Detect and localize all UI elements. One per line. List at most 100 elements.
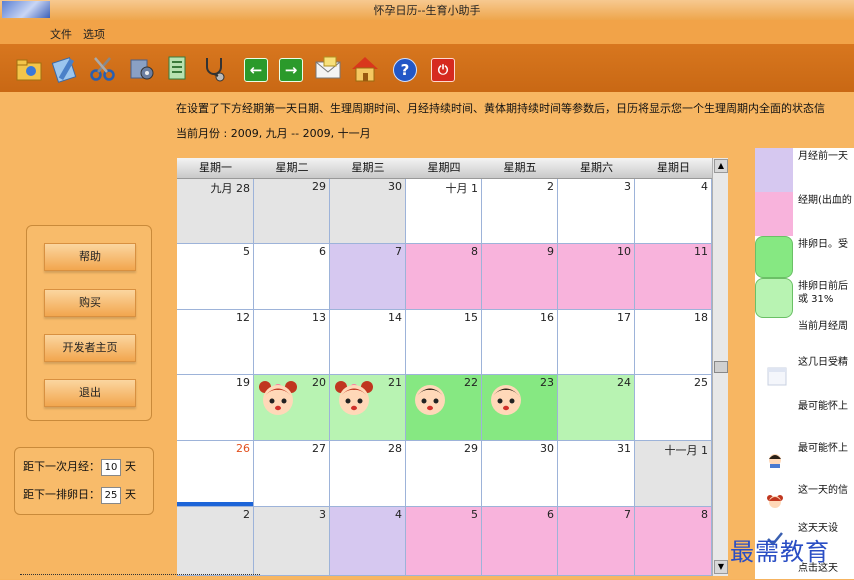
day-number: 26 — [236, 442, 250, 455]
calendar-day-cell[interactable]: 17 — [558, 310, 635, 375]
document-icon[interactable] — [163, 54, 193, 84]
day-number: 6 — [547, 508, 554, 521]
day-number: 17 — [617, 311, 631, 324]
buy-button[interactable]: 购买 — [44, 289, 136, 317]
calendar-day-cell[interactable]: 19 — [177, 375, 254, 441]
day-number: 9 — [547, 245, 554, 258]
legend-item: 排卵日。受 — [755, 236, 854, 278]
scroll-down-icon[interactable]: ▼ — [714, 560, 728, 574]
help-icon[interactable]: ? — [393, 58, 417, 82]
side-button-panel: 帮助 购买 开发者主页 退出 — [26, 225, 152, 421]
calendar-day-cell[interactable]: 26 — [177, 441, 254, 507]
exit-button[interactable]: 退出 — [44, 379, 136, 407]
calendar-day-cell[interactable]: 8 — [406, 244, 482, 310]
arrow-left-icon[interactable]: ← — [244, 58, 268, 82]
power-icon[interactable]: ⏻ — [431, 58, 455, 82]
calendar-day-cell[interactable]: 4 — [330, 507, 406, 576]
open-folder-icon[interactable] — [14, 54, 44, 84]
menu-file[interactable]: 文件 — [50, 26, 72, 42]
day-number: 15 — [464, 311, 478, 324]
calendar-day-cell[interactable]: 十月 1 — [406, 179, 482, 244]
calendar-day-cell[interactable]: 9 — [482, 244, 558, 310]
next-period-unit: 天 — [125, 460, 136, 473]
calendar-day-cell[interactable]: 8 — [635, 507, 712, 576]
weekday-header-cell: 星期四 — [427, 161, 461, 174]
day-number: 22 — [464, 376, 478, 389]
calendar-day-cell[interactable]: 2 — [177, 507, 254, 576]
calendar-day-cell[interactable]: 7 — [558, 507, 635, 576]
calendar-day-cell[interactable]: 27 — [254, 441, 330, 507]
legend-text: 最可能怀上 — [798, 401, 848, 412]
calendar-scrollbar[interactable]: ▲ ▼ — [712, 158, 728, 576]
calendar-day-cell[interactable]: 5 — [406, 507, 482, 576]
calendar-day-cell[interactable]: 18 — [635, 310, 712, 375]
calendar-day-cell[interactable]: 九月 28 — [177, 179, 254, 244]
current-month-text: 当前月份 : 2009, 九月 -- 2009, 十一月 — [176, 127, 371, 140]
day-number: 19 — [236, 376, 250, 389]
calendar-day-cell[interactable]: 3 — [558, 179, 635, 244]
legend-item: 这一天的信 — [755, 482, 854, 520]
day-number: 12 — [236, 311, 250, 324]
calendar-icon — [765, 364, 787, 386]
scroll-thumb[interactable] — [714, 361, 728, 373]
calendar-day-cell[interactable]: 28 — [330, 441, 406, 507]
day-number: 11 — [694, 245, 708, 258]
day-number: 九月 28 — [210, 182, 251, 195]
day-number: 18 — [694, 311, 708, 324]
day-number: 6 — [319, 245, 326, 258]
scissors-icon[interactable] — [88, 54, 118, 84]
home-icon[interactable] — [350, 54, 380, 84]
calendar-day-cell[interactable]: 4 — [635, 179, 712, 244]
calendar-day-cell[interactable]: 21 — [330, 375, 406, 441]
legend-swatch — [755, 148, 793, 192]
calendar-day-cell[interactable]: 5 — [177, 244, 254, 310]
calendar-day-cell[interactable]: 6 — [482, 507, 558, 576]
developer-homepage-button[interactable]: 开发者主页 — [44, 334, 136, 362]
calendar-day-cell[interactable]: 31 — [558, 441, 635, 507]
watermark: 最需教育 — [730, 538, 830, 566]
calendar-day-cell[interactable]: 7 — [330, 244, 406, 310]
scroll-up-icon[interactable]: ▲ — [714, 159, 728, 173]
day-number: 8 — [471, 245, 478, 258]
arrow-right-icon[interactable]: → — [279, 58, 303, 82]
day-number: 13 — [312, 311, 326, 324]
edit-icon[interactable] — [51, 54, 81, 84]
settings-icon[interactable] — [127, 54, 157, 84]
menu-options[interactable]: 选项 — [83, 26, 105, 42]
calendar-day-cell[interactable]: 22 — [406, 375, 482, 441]
calendar-day-cell[interactable]: 3 — [254, 507, 330, 576]
day-number: 十一月 1 — [664, 444, 709, 457]
calendar-day-cell[interactable]: 16 — [482, 310, 558, 375]
calendar-day-cell[interactable]: 29 — [254, 179, 330, 244]
countdown-panel: 距下一次月经： 10 天 距下一排卵日： 25 天 — [14, 447, 154, 515]
calendar-day-cell[interactable]: 20 — [254, 375, 330, 441]
calendar-day-cell[interactable]: 2 — [482, 179, 558, 244]
calendar-day-cell[interactable]: 30 — [482, 441, 558, 507]
calendar-day-cell[interactable]: 25 — [635, 375, 712, 441]
calendar-day-cell[interactable]: 6 — [254, 244, 330, 310]
legend-swatch — [755, 278, 793, 318]
weekday-header-cell: 星期五 — [503, 161, 537, 174]
calendar-day-cell[interactable]: 13 — [254, 310, 330, 375]
legend-panel: 月经前一天 经期(出血的 排卵日。受 排卵日前后 或 31% 当前月经周 这几日受精 最可能… — [755, 148, 854, 579]
mail-icon[interactable] — [313, 54, 343, 84]
calendar-day-cell[interactable]: 23 — [482, 375, 558, 441]
calendar-day-cell[interactable]: 十一月 1 — [635, 441, 712, 507]
calendar-day-cell[interactable]: 12 — [177, 310, 254, 375]
calendar-day-cell[interactable]: 30 — [330, 179, 406, 244]
day-number: 3 — [319, 508, 326, 521]
calendar-day-cell[interactable]: 24 — [558, 375, 635, 441]
stethoscope-icon[interactable] — [200, 54, 230, 84]
day-number: 29 — [312, 180, 326, 193]
window-title: 怀孕日历--生育小助手 — [373, 4, 481, 17]
help-button[interactable]: 帮助 — [44, 243, 136, 271]
weekday-header: 星期一 星期二 星期三 星期四 星期五 星期六 星期日 — [177, 158, 712, 179]
day-number: 31 — [617, 442, 631, 455]
day-number: 28 — [388, 442, 402, 455]
calendar-day-cell[interactable]: 10 — [558, 244, 635, 310]
calendar-day-cell[interactable]: 29 — [406, 441, 482, 507]
day-number: 29 — [464, 442, 478, 455]
calendar-day-cell[interactable]: 11 — [635, 244, 712, 310]
calendar-day-cell[interactable]: 15 — [406, 310, 482, 375]
calendar-day-cell[interactable]: 14 — [330, 310, 406, 375]
